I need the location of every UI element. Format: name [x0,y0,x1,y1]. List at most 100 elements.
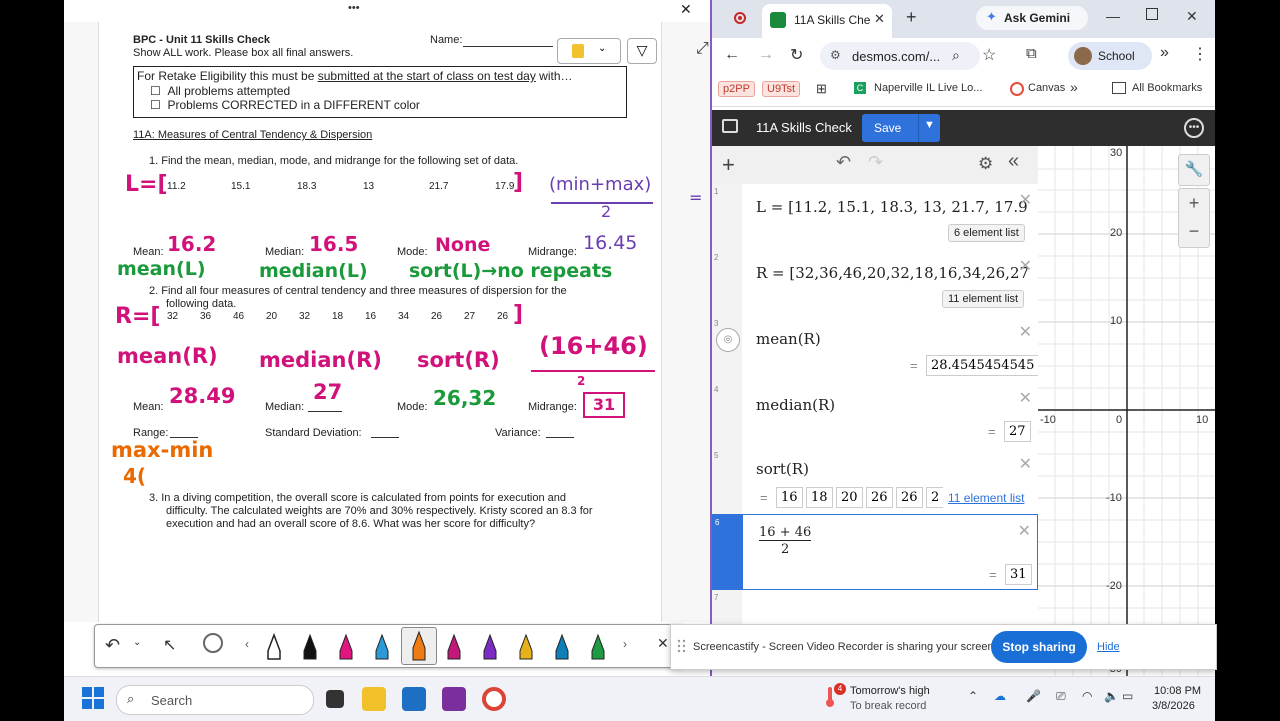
expression-row-4[interactable]: 4 median(R) = 27 ✕ [712,382,1038,449]
graph-paper[interactable]: 30 20 10 0 -10 -20 -30 -10 10 🔧 + − [1038,146,1215,676]
pen-orange-selected[interactable] [401,627,437,665]
volume-icon[interactable]: 🔈 [1104,689,1119,703]
taskbar-search[interactable]: ⌕ Search [116,685,314,715]
chrome-icon[interactable] [482,687,506,711]
pen-pink-icon[interactable] [337,633,355,661]
record-icon[interactable] [734,12,746,24]
battery-icon[interactable]: ▭ [1122,689,1133,703]
screen-share-icon[interactable]: ⎚ [1056,689,1066,704]
expression-row-3[interactable]: 3 ◎ mean(R) = 28.4545454545 ✕ [712,316,1040,383]
scroll-left-icon[interactable]: ‹ [245,637,249,651]
wifi-icon[interactable]: ◠ [1082,689,1092,703]
zoom-out-icon[interactable]: − [1179,217,1209,245]
new-tab-button[interactable]: + [906,7,917,28]
pen-purple-icon[interactable] [481,633,499,661]
microphone-icon[interactable]: 🎤 [1026,689,1041,703]
zoom-icon[interactable]: ⌕ [952,47,960,64]
settings-gear-icon[interactable]: ⚙ [978,154,993,174]
onedrive-icon[interactable]: ☁ [994,689,1006,703]
window-menu-dots[interactable]: ••• [348,2,360,14]
select-cursor-icon[interactable]: ↖ [163,635,176,655]
lasso-icon[interactable] [203,633,223,653]
expression-color-icon[interactable]: ◎ [716,328,740,352]
expression-row-2[interactable]: 2 R = [32,36,46,20,32,18,16,34,26,27 11 … [712,250,1038,317]
maximize-icon[interactable] [1146,8,1158,20]
pen-black-icon[interactable] [301,633,319,661]
scroll-right-icon[interactable]: › [623,637,627,651]
apps-grid-icon[interactable]: ⊞ [816,81,827,97]
expression-latex[interactable]: median(R) [756,396,835,414]
expression-latex[interactable]: L = [11.2, 15.1, 18.3, 13, 21.7, 17.9 [756,198,1028,216]
bookmark-star-icon[interactable]: ☆ [982,45,996,65]
zoom-in-icon[interactable]: + [1179,189,1209,217]
fraction-numerator[interactable]: 16 + 46 [759,525,812,541]
tray-chevron-icon[interactable]: ⌃ [968,689,978,703]
file-explorer-icon[interactable] [362,687,386,711]
outlook-icon[interactable] [402,687,426,711]
bookmark-p2pp[interactable]: p2PP [718,81,755,97]
minimize-icon[interactable]: — [1106,8,1120,24]
kebab-menu-icon[interactable]: ⋮ [1192,44,1208,64]
site-info-icon[interactable]: ⚙ [830,48,841,62]
undo-icon[interactable]: ↶ [105,635,120,656]
bookmark-canvas[interactable]: Canvas [1028,82,1065,94]
address-bar[interactable]: ⚙ desmos.com/... ⌕ [820,42,980,70]
collapse-panel-icon[interactable]: « [1008,150,1019,173]
wrench-icon[interactable]: 🔧 [1178,154,1210,186]
expression-row-6[interactable]: 6 16 + 46 2 = 31 ✕ [712,514,1038,590]
delete-expression-icon[interactable]: ✕ [1019,256,1032,276]
expression-row-1[interactable]: 1 L = [11.2, 15.1, 18.3, 13, 21.7, 17.9 … [712,184,1038,251]
add-expression-icon[interactable]: + [722,152,735,178]
drag-handle-icon[interactable] [677,639,687,653]
pen-green-icon[interactable] [589,633,607,661]
note-color-picker[interactable]: ⌄ [557,38,621,64]
clock-date[interactable]: 3/8/2026 [1152,700,1195,712]
bookmark-u9tst[interactable]: U9Tst [762,81,801,97]
pen-blue-icon[interactable] [553,633,571,661]
delete-expression-icon[interactable]: ✕ [1019,454,1032,474]
reload-icon[interactable]: ↻ [790,45,803,65]
expression-latex[interactable]: mean(R) [756,330,821,348]
close-toolbar-icon[interactable]: ✕ [657,635,669,652]
back-icon[interactable]: ← [724,46,740,64]
delete-expression-icon[interactable]: ✕ [1019,388,1032,408]
graph-title[interactable]: 11A Skills Check [756,120,852,135]
task-view-icon[interactable] [326,690,344,708]
pen-teal-icon[interactable] [373,633,391,661]
pen-rainbow-icon[interactable] [517,633,535,661]
filter-icon[interactable]: ▽ [627,38,657,64]
list-length-link[interactable]: 11 element list [948,491,1024,505]
onenote-icon[interactable] [442,687,466,711]
bookmarks-overflow-icon[interactable]: » [1070,79,1078,95]
save-dropdown-icon[interactable]: ▼ [924,119,935,131]
delete-expression-icon[interactable]: ✕ [1019,190,1032,210]
expand-icon[interactable]: ⤢ [696,40,709,58]
save-button[interactable]: Save ▼ [862,114,940,142]
bookmark-naperville[interactable]: Naperville IL Live Lo... [874,82,982,94]
pen-outline-icon[interactable] [265,632,283,661]
forward-icon[interactable]: → [758,46,774,64]
stop-sharing-button[interactable]: Stop sharing [991,631,1087,663]
window-close-icon[interactable]: ✕ [1186,8,1198,25]
folder-open-icon[interactable] [722,119,738,133]
extensions-icon[interactable]: ⧉ [1026,45,1037,62]
delete-expression-icon[interactable]: ✕ [1018,521,1031,541]
more-tabs-icon[interactable]: » [1160,44,1169,62]
ask-gemini-button[interactable]: ✦ Ask Gemini [976,6,1088,30]
expression-row-5[interactable]: 5 sort(R) = 16 18 20 26 26 2 11 element … [712,448,1038,515]
windows-start-icon[interactable] [82,687,104,709]
undo-expr-icon[interactable]: ↶ [836,152,851,173]
weather-title[interactable]: Tomorrow's high [850,685,930,697]
hide-link[interactable]: Hide [1097,641,1120,653]
expression-latex[interactable]: sort(R) [756,460,809,478]
all-bookmarks[interactable]: All Bookmarks [1132,82,1202,94]
tab-close-icon[interactable]: ✕ [874,11,885,27]
undo-dropdown-icon[interactable]: ⌄ [133,637,141,648]
pen-magenta-icon[interactable] [445,633,463,661]
redo-expr-icon[interactable]: ↷ [868,152,883,173]
fraction-denominator[interactable]: 2 [781,542,789,557]
expression-latex[interactable]: R = [32,36,46,20,32,18,16,34,26,27 [756,264,1029,282]
profile-button[interactable]: School [1068,42,1152,70]
tab-desmos[interactable]: 11A Skills Che ✕ [762,4,892,38]
desmos-menu-icon[interactable]: ••• [1184,118,1204,138]
